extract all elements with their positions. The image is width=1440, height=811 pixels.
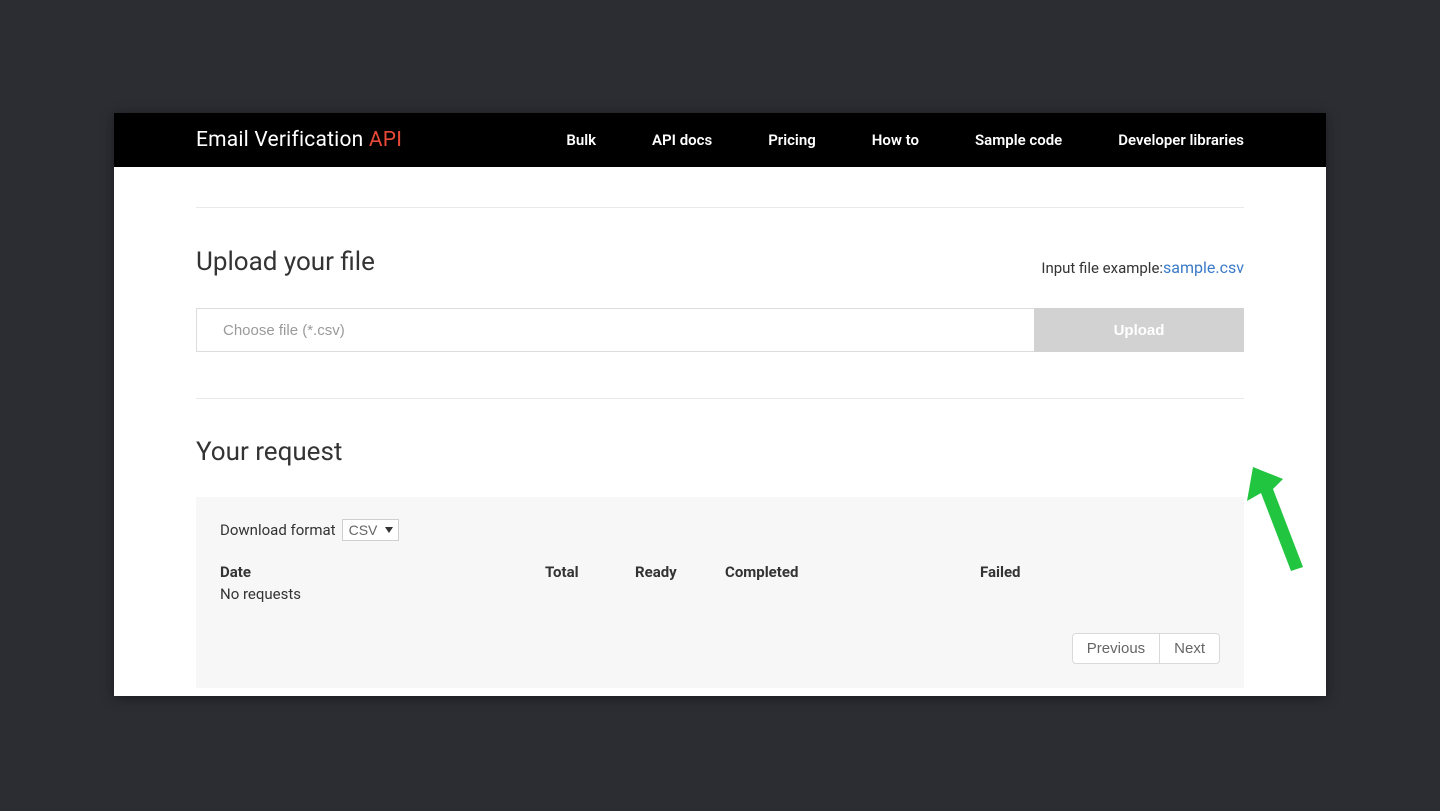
navbar: Email Verification API Bulk API docs Pri… bbox=[114, 113, 1326, 167]
example-label: Input file example: bbox=[1041, 259, 1163, 277]
upload-row: Upload bbox=[196, 308, 1244, 352]
empty-message: No requests bbox=[220, 585, 1220, 603]
col-completed: Completed bbox=[725, 563, 980, 581]
upload-button[interactable]: Upload bbox=[1034, 308, 1244, 352]
pager: Previous Next bbox=[220, 633, 1220, 664]
nav-api-docs[interactable]: API docs bbox=[652, 131, 712, 149]
content: Upload your file Input file example:samp… bbox=[114, 207, 1326, 688]
app-window: Email Verification API Bulk API docs Pri… bbox=[114, 113, 1326, 696]
requests-title: Your request bbox=[196, 437, 1244, 467]
next-button[interactable]: Next bbox=[1160, 633, 1220, 664]
previous-button[interactable]: Previous bbox=[1072, 633, 1160, 664]
col-total: Total bbox=[545, 563, 635, 581]
brand-main: Email Verification bbox=[196, 128, 369, 152]
format-select[interactable]: CSV bbox=[342, 519, 399, 541]
upload-head: Upload your file Input file example:samp… bbox=[196, 247, 1244, 277]
nav-links: Bulk API docs Pricing How to Sample code… bbox=[566, 131, 1244, 149]
col-date: Date bbox=[220, 563, 545, 581]
format-row: Download format CSV bbox=[220, 519, 1220, 541]
table-head: Date Total Ready Completed Failed bbox=[220, 563, 1220, 581]
nav-sample-code[interactable]: Sample code bbox=[975, 131, 1062, 149]
col-failed: Failed bbox=[980, 563, 1220, 581]
nav-developer-libraries[interactable]: Developer libraries bbox=[1118, 131, 1244, 149]
format-label: Download format bbox=[220, 521, 336, 539]
upload-title: Upload your file bbox=[196, 247, 375, 277]
nav-pricing[interactable]: Pricing bbox=[768, 131, 816, 149]
file-input[interactable] bbox=[196, 308, 1034, 352]
request-box: Download format CSV Date Total Ready Com… bbox=[196, 497, 1244, 688]
example-wrap: Input file example:sample.csv bbox=[1041, 258, 1244, 277]
nav-how-to[interactable]: How to bbox=[872, 131, 919, 149]
section-upload: Upload your file Input file example:samp… bbox=[196, 208, 1244, 398]
brand[interactable]: Email Verification API bbox=[196, 128, 402, 152]
example-link[interactable]: sample.csv bbox=[1163, 258, 1244, 277]
col-ready: Ready bbox=[635, 563, 725, 581]
nav-bulk[interactable]: Bulk bbox=[566, 131, 596, 149]
section-requests: Your request Download format CSV Date To… bbox=[196, 399, 1244, 688]
brand-accent: API bbox=[369, 128, 402, 152]
